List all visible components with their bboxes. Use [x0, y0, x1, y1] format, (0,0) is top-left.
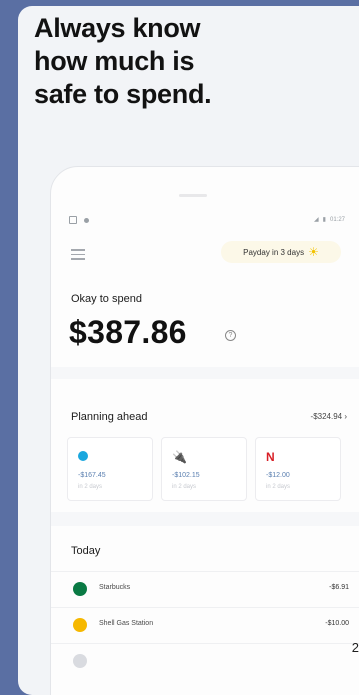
battery-icon: ▮ [322, 217, 326, 223]
transaction-amount: -$10.00 [325, 620, 349, 627]
notification-dot-icon [84, 217, 89, 223]
transaction-row[interactable] [51, 643, 359, 679]
status-bar: ◢ ▮ 01:27 [69, 216, 349, 228]
page-number: 2 [351, 640, 359, 655]
shell-icon [73, 618, 87, 632]
headline: Always know how much is safe to spend. [34, 12, 212, 111]
today-label: Today [71, 545, 101, 557]
planned-bill-tile[interactable]: -$167.45 in 2 days [67, 437, 153, 501]
plug-icon: 🔌 [172, 450, 187, 464]
transaction-row[interactable]: Shell Gas Station -$10.00 [51, 607, 359, 643]
transaction-amount: -$6.91 [329, 584, 349, 591]
planned-bill-amount: -$167.45 [78, 472, 106, 479]
section-divider [51, 512, 359, 526]
headline-line-1: Always know [34, 13, 201, 43]
info-icon[interactable]: ? [225, 330, 236, 341]
headline-line-2: how much is [34, 46, 195, 76]
planned-bill-when: in 2 days [266, 484, 291, 490]
planned-bill-tile[interactable]: 🔌 -$102.15 in 2 days [161, 437, 247, 501]
planned-bill-when: in 2 days [78, 484, 103, 490]
phone-mockup: ◢ ▮ 01:27 Payday in 3 days ☀ Okay to spe… [50, 166, 359, 695]
planning-ahead-total[interactable]: -$324.94 › [311, 412, 347, 421]
payday-pill[interactable]: Payday in 3 days ☀ [221, 241, 341, 263]
status-time: 01:27 [329, 216, 345, 223]
planned-bill-amount: -$102.15 [172, 472, 200, 479]
menu-icon[interactable] [71, 249, 85, 263]
transaction-name: Shell Gas Station [99, 620, 154, 627]
phone-speaker [179, 194, 207, 197]
starbucks-icon [73, 582, 87, 596]
transaction-row[interactable]: Starbucks -$6.91 [51, 571, 359, 607]
planning-ahead-label: Planning ahead [71, 411, 148, 423]
image-icon [69, 216, 77, 224]
section-divider [51, 367, 359, 379]
signal-icon: ◢ [314, 217, 319, 223]
okay-to-spend-amount: $387.86 [69, 314, 187, 350]
merchant-icon [73, 654, 87, 668]
headline-line-3: safe to spend. [34, 79, 212, 109]
planned-bill-tile[interactable]: N -$12.00 in 2 days [255, 437, 341, 501]
sun-icon: ☀ [308, 245, 319, 259]
okay-to-spend-label: Okay to spend [71, 293, 142, 305]
promo-card: Always know how much is safe to spend. ◢… [18, 6, 359, 695]
transaction-name: Starbucks [99, 584, 131, 591]
netflix-icon: N [266, 450, 275, 464]
planned-bill-when: in 2 days [172, 484, 197, 490]
planned-bill-amount: -$12.00 [266, 472, 290, 479]
payday-label: Payday in 3 days [243, 247, 305, 257]
att-icon [78, 450, 88, 464]
